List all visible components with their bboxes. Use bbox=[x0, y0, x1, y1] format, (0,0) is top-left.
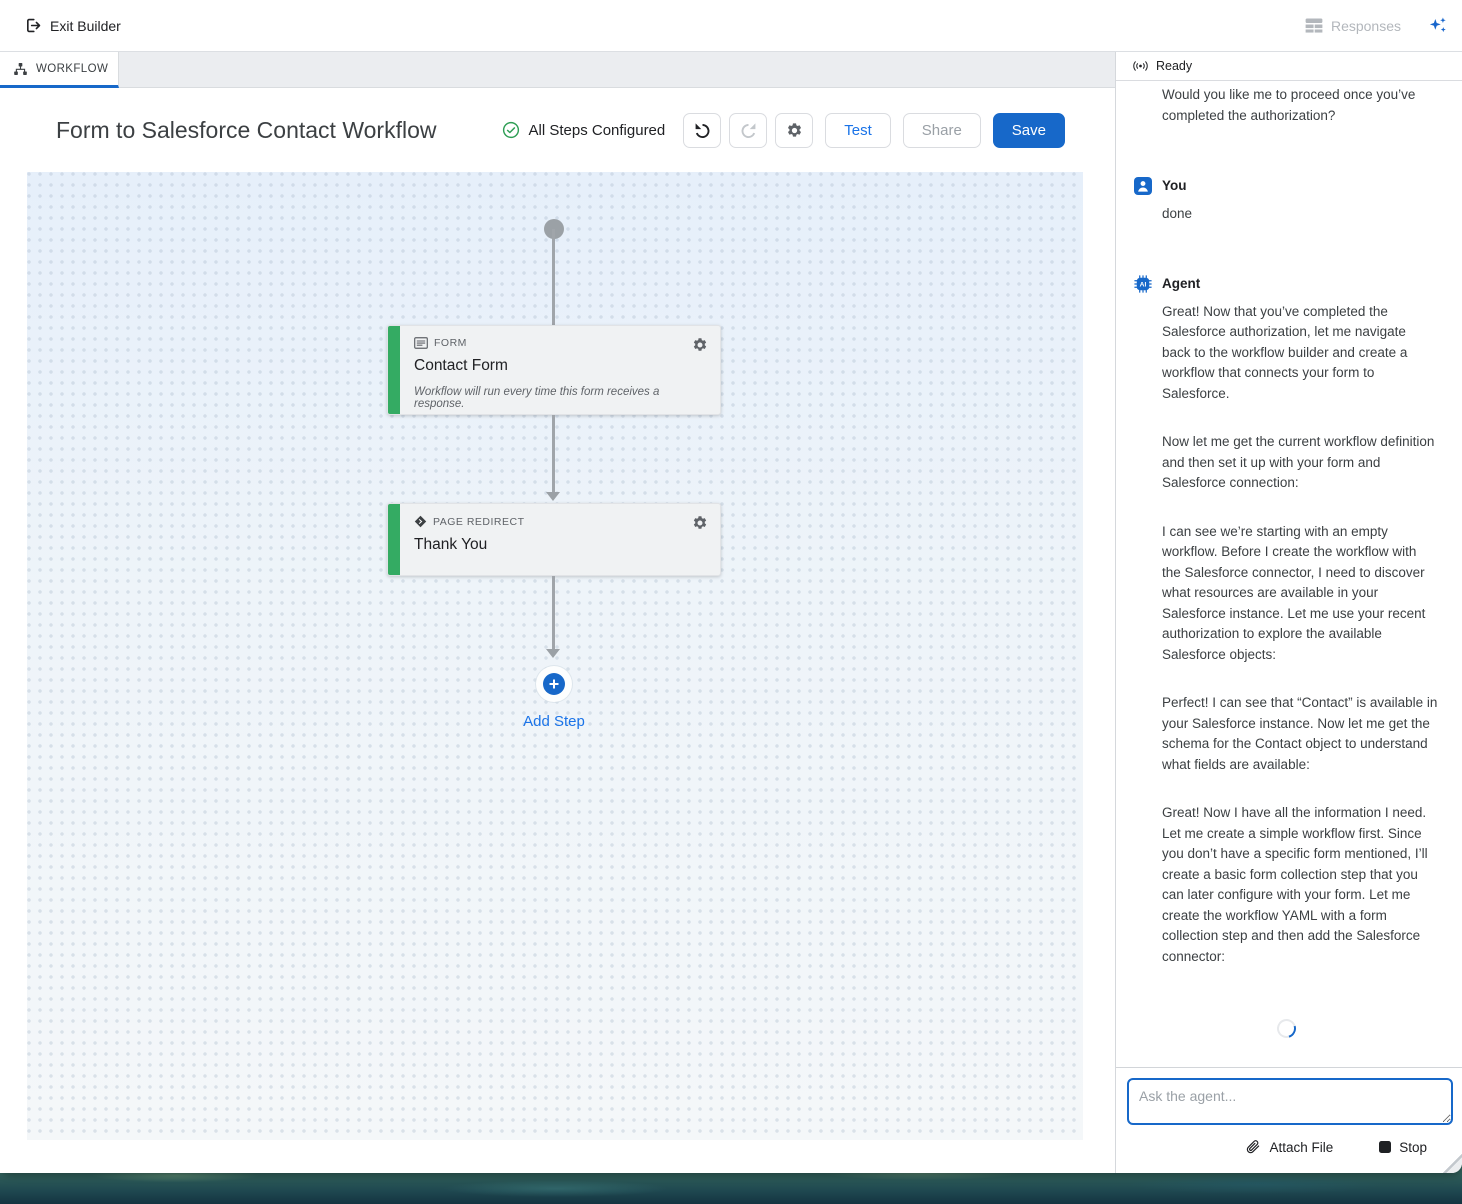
page-redirect-icon bbox=[414, 515, 427, 528]
agent-paragraph: Great! Now I have all the information I … bbox=[1162, 805, 1428, 964]
composer-actions: Attach File Stop bbox=[1127, 1125, 1453, 1173]
responses-table-icon bbox=[1305, 18, 1323, 33]
user-message-group: You done bbox=[1134, 176, 1438, 224]
step-type-row: FORM bbox=[414, 337, 706, 349]
exit-builder-button[interactable]: Exit Builder bbox=[24, 17, 121, 34]
plus-icon bbox=[543, 673, 565, 695]
ready-signal-icon bbox=[1133, 60, 1148, 72]
agent-paragraph: Great! Now that you’ve completed the Sal… bbox=[1162, 303, 1408, 401]
tab-bar: WORKFLOW bbox=[0, 52, 1115, 88]
check-circle-icon bbox=[502, 121, 520, 139]
stop-label: Stop bbox=[1399, 1139, 1427, 1155]
chat-messages[interactable]: Would you like me to proceed once you’ve… bbox=[1116, 81, 1462, 1067]
step-card-content: PAGE REDIRECT Thank You bbox=[400, 504, 720, 575]
loading-spinner bbox=[1273, 1015, 1299, 1042]
step-note: Workflow will run every time this form r… bbox=[414, 386, 660, 410]
step-title: Contact Form bbox=[414, 357, 508, 374]
step-settings-gear-icon[interactable] bbox=[692, 515, 708, 536]
window-resize-grip[interactable] bbox=[1441, 1152, 1462, 1173]
stop-icon bbox=[1379, 1141, 1392, 1153]
agent-message-group: AI Agent Great! Now that you’ve complete… bbox=[1134, 274, 1438, 967]
page-title: Form to Salesforce Contact Workflow bbox=[56, 116, 437, 143]
title-row: Form to Salesforce Contact Workflow All … bbox=[0, 88, 1115, 172]
connector-arrow bbox=[546, 649, 560, 658]
connector-line bbox=[552, 229, 555, 325]
exit-icon bbox=[24, 17, 41, 34]
ai-sparkle-button[interactable] bbox=[1427, 15, 1448, 36]
undo-button[interactable] bbox=[683, 112, 722, 148]
responses-label: Responses bbox=[1330, 17, 1401, 34]
step-title: Thank You bbox=[414, 536, 488, 553]
responses-button[interactable]: Responses bbox=[1305, 18, 1401, 34]
builder-body: Form to Salesforce Contact Workflow All … bbox=[0, 88, 1115, 1173]
agent-ai-avatar: AI bbox=[1134, 275, 1152, 293]
step-card-form[interactable]: FORM Contact Form Workflow will run ever… bbox=[387, 325, 721, 415]
tab-workflow-label: WORKFLOW bbox=[36, 62, 109, 75]
chat-composer: Attach File Stop bbox=[1116, 1067, 1462, 1173]
step-card-content: FORM Contact Form Workflow will run ever… bbox=[400, 326, 720, 414]
connector-line bbox=[552, 415, 555, 494]
toolbar: All Steps Configured Test Share Save bbox=[502, 112, 1065, 148]
agent-message-header: AI Agent bbox=[1134, 274, 1438, 295]
step-status-bar bbox=[388, 326, 400, 414]
user-message-header: You bbox=[1134, 176, 1438, 197]
agent-message-body: Great! Now that you’ve completed the Sal… bbox=[1162, 302, 1438, 968]
workflow-sitemap-icon bbox=[13, 62, 28, 76]
clipped-agent-message: Would you like me to proceed once you’ve… bbox=[1162, 87, 1416, 123]
user-message-body: done bbox=[1162, 204, 1438, 225]
app-window: Exit Builder Responses WORKFLOW Form to … bbox=[0, 0, 1462, 1173]
tab-workflow[interactable]: WORKFLOW bbox=[0, 52, 119, 88]
svg-text:AI: AI bbox=[1140, 282, 1147, 289]
workflow-builder: WORKFLOW Form to Salesforce Contact Work… bbox=[0, 52, 1116, 1173]
save-button[interactable]: Save bbox=[992, 112, 1065, 148]
paperclip-icon bbox=[1246, 1139, 1261, 1155]
agent-paragraph: I can see we’re starting with an empty w… bbox=[1162, 523, 1426, 662]
test-button[interactable]: Test bbox=[825, 112, 891, 148]
workflow-canvas[interactable]: FORM Contact Form Workflow will run ever… bbox=[27, 172, 1083, 1140]
step-type-label: FORM bbox=[434, 337, 467, 349]
steps-status-label: All Steps Configured bbox=[528, 121, 666, 139]
connector-arrow bbox=[546, 492, 560, 501]
topbar-left: Exit Builder bbox=[24, 17, 121, 34]
topbar: Exit Builder Responses bbox=[0, 0, 1462, 52]
step-status-bar bbox=[388, 504, 400, 575]
share-button[interactable]: Share bbox=[902, 112, 981, 148]
main-area: WORKFLOW Form to Salesforce Contact Work… bbox=[0, 52, 1462, 1173]
user-message-text: done bbox=[1162, 205, 1193, 221]
agent-paragraph: Now let me get the current workflow defi… bbox=[1162, 434, 1435, 490]
connector-line bbox=[552, 576, 555, 651]
steps-status: All Steps Configured bbox=[502, 121, 666, 139]
agent-name: Agent bbox=[1162, 276, 1201, 291]
redo-button[interactable] bbox=[729, 112, 768, 148]
stop-button[interactable]: Stop bbox=[1379, 1140, 1427, 1155]
topbar-right: Responses bbox=[1305, 15, 1448, 36]
form-icon bbox=[414, 337, 428, 349]
user-avatar bbox=[1134, 177, 1152, 196]
step-type-row: PAGE REDIRECT bbox=[414, 515, 706, 528]
user-name: You bbox=[1162, 178, 1187, 193]
chat-status-header: Ready bbox=[1116, 52, 1462, 81]
chat-status-label: Ready bbox=[1156, 59, 1193, 73]
sparkle-icon bbox=[1427, 15, 1448, 36]
agent-paragraph: Perfect! I can see that “Contact” is ava… bbox=[1162, 695, 1438, 772]
step-card-page-redirect[interactable]: PAGE REDIRECT Thank You bbox=[387, 503, 721, 576]
workflow-settings-button[interactable] bbox=[775, 112, 814, 148]
add-step-label[interactable]: Add Step bbox=[454, 713, 654, 730]
exit-builder-label: Exit Builder bbox=[50, 17, 121, 34]
attach-file-button[interactable]: Attach File bbox=[1246, 1139, 1333, 1155]
add-step-button[interactable] bbox=[536, 666, 572, 702]
step-type-label: PAGE REDIRECT bbox=[433, 515, 525, 528]
agent-chat-panel: Ready Would you like me to proceed once … bbox=[1116, 52, 1462, 1173]
step-settings-gear-icon[interactable] bbox=[692, 337, 708, 358]
attach-file-label: Attach File bbox=[1269, 1139, 1334, 1155]
ask-agent-input[interactable] bbox=[1127, 1078, 1453, 1125]
